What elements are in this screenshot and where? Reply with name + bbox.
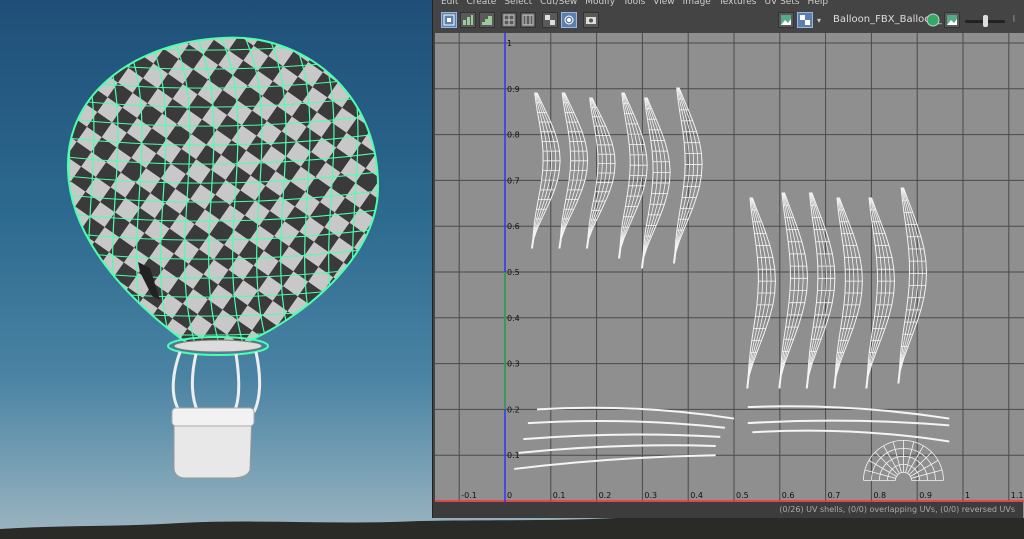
- uv-grid-alt-icon[interactable]: [520, 12, 536, 28]
- u-tick-label: -0.1: [461, 491, 477, 500]
- uv-strip[interactable]: [523, 433, 721, 441]
- toolbar-overflow-icon[interactable]: ⦚: [1013, 15, 1015, 25]
- v-tick-label: 0.7: [507, 176, 520, 185]
- menu-item-tools[interactable]: Tools: [623, 0, 645, 7]
- v-tick-label: 0.1: [507, 451, 520, 460]
- uv-checker-icon[interactable]: [542, 12, 558, 28]
- u-tick-label: 0.5: [736, 491, 749, 500]
- uv-shell[interactable]: [640, 97, 671, 269]
- v-tick-label: 0.4: [507, 314, 520, 323]
- u-tick-label: 0.4: [690, 491, 703, 500]
- uv-strip[interactable]: [518, 444, 716, 454]
- u-tick-label: 0.6: [782, 491, 795, 500]
- uv-menubar: Edit Create Select Cut/Sew Modify Tools View Im…: [433, 0, 1024, 9]
- uv-shaded-icon[interactable]: [561, 12, 577, 28]
- uv-snapshot-icon[interactable]: [583, 12, 599, 28]
- uv-staircase-icon[interactable]: [479, 12, 495, 28]
- menu-item-edit[interactable]: Edit: [441, 0, 458, 7]
- u-tick-label: 0.9: [919, 491, 932, 500]
- uv-shell[interactable]: [805, 192, 836, 389]
- balloon-mouth-ring-inner: [173, 339, 263, 353]
- uv-shell[interactable]: [897, 187, 928, 384]
- u-tick-label: 0.8: [873, 491, 886, 500]
- checker-display-icon[interactable]: [797, 12, 813, 28]
- u-tick-label: 0.1: [553, 491, 566, 500]
- uv-shell[interactable]: [778, 192, 809, 389]
- menu-item-modify[interactable]: Modify: [585, 0, 615, 7]
- uv-shell[interactable]: [558, 92, 589, 249]
- image-display-icon[interactable]: [778, 12, 794, 28]
- menu-item-image[interactable]: Image: [683, 0, 711, 7]
- uv-strip[interactable]: [747, 405, 950, 420]
- exposure-slider-knob[interactable]: [983, 15, 988, 27]
- uv-bar-chart-icon[interactable]: [460, 12, 476, 28]
- uv-editor-panel[interactable]: Edit Create Select Cut/Sew Modify Tools View Im…: [432, 0, 1024, 518]
- uv-gridlines: [435, 33, 1024, 518]
- uv-grid-view[interactable]: -0.1 0 0.1 0.2 0.3 0.4 0.5 0.6 0.7 0.8 0.9 1 1.1 1 0.9…: [435, 33, 1024, 518]
- rgb-channels-icon[interactable]: [925, 12, 941, 28]
- v-tick-label: 0.9: [507, 85, 520, 94]
- u-tick-label: 1: [965, 491, 970, 500]
- basket-rim: [171, 407, 255, 427]
- v-tick-label: 0.3: [507, 360, 520, 369]
- v-tick-label: 0.8: [507, 131, 520, 140]
- u-tick-label: 0: [507, 491, 512, 500]
- v-tick-label: 1: [507, 39, 512, 48]
- basket-ropes: [171, 351, 262, 413]
- u-tick-label: 0.7: [828, 491, 841, 500]
- uv-strip[interactable]: [747, 419, 950, 427]
- v-tick-label: 0.2: [507, 405, 520, 414]
- u-tick-label: 1.1: [1011, 491, 1024, 500]
- image-exposure-icon[interactable]: [944, 12, 960, 28]
- uv-strip[interactable]: [527, 419, 725, 429]
- uv-shell[interactable]: [585, 97, 616, 249]
- menu-item-view[interactable]: View: [653, 0, 674, 7]
- uv-shell[interactable]: [530, 92, 561, 249]
- uv-shell-selection-icon[interactable]: [441, 12, 457, 28]
- u-tick-label: 0.3: [644, 491, 657, 500]
- menu-item-textures[interactable]: Textures: [719, 0, 757, 7]
- balloon-model[interactable]: [0, 0, 432, 539]
- uv-strip[interactable]: [514, 454, 716, 470]
- uv-status-line: (0/26) UV shells, (0/0) overlapping UVs,…: [433, 502, 1023, 518]
- menu-item-cut-sew[interactable]: Cut/Sew: [540, 0, 577, 7]
- uv-toolbar: ▾ Balloon_FBX_Balloon_ ⦚: [433, 9, 1024, 33]
- uv-shell-fan[interactable]: [863, 439, 944, 481]
- uv-grid-icon[interactable]: [501, 12, 517, 28]
- texture-dropdown-arrow-icon[interactable]: ▾: [817, 16, 821, 25]
- uv-strip[interactable]: [752, 429, 950, 443]
- menu-item-uv-sets[interactable]: UV Sets: [764, 0, 799, 7]
- menu-item-create[interactable]: Create: [466, 0, 496, 7]
- menu-item-help[interactable]: Help: [808, 0, 829, 7]
- v-tick-label: 0.5: [507, 268, 520, 277]
- uv-shell[interactable]: [618, 92, 648, 259]
- u-tick-label: 0.2: [599, 491, 612, 500]
- v-tick-label: 0.6: [507, 222, 520, 231]
- menu-item-select[interactable]: Select: [504, 0, 532, 7]
